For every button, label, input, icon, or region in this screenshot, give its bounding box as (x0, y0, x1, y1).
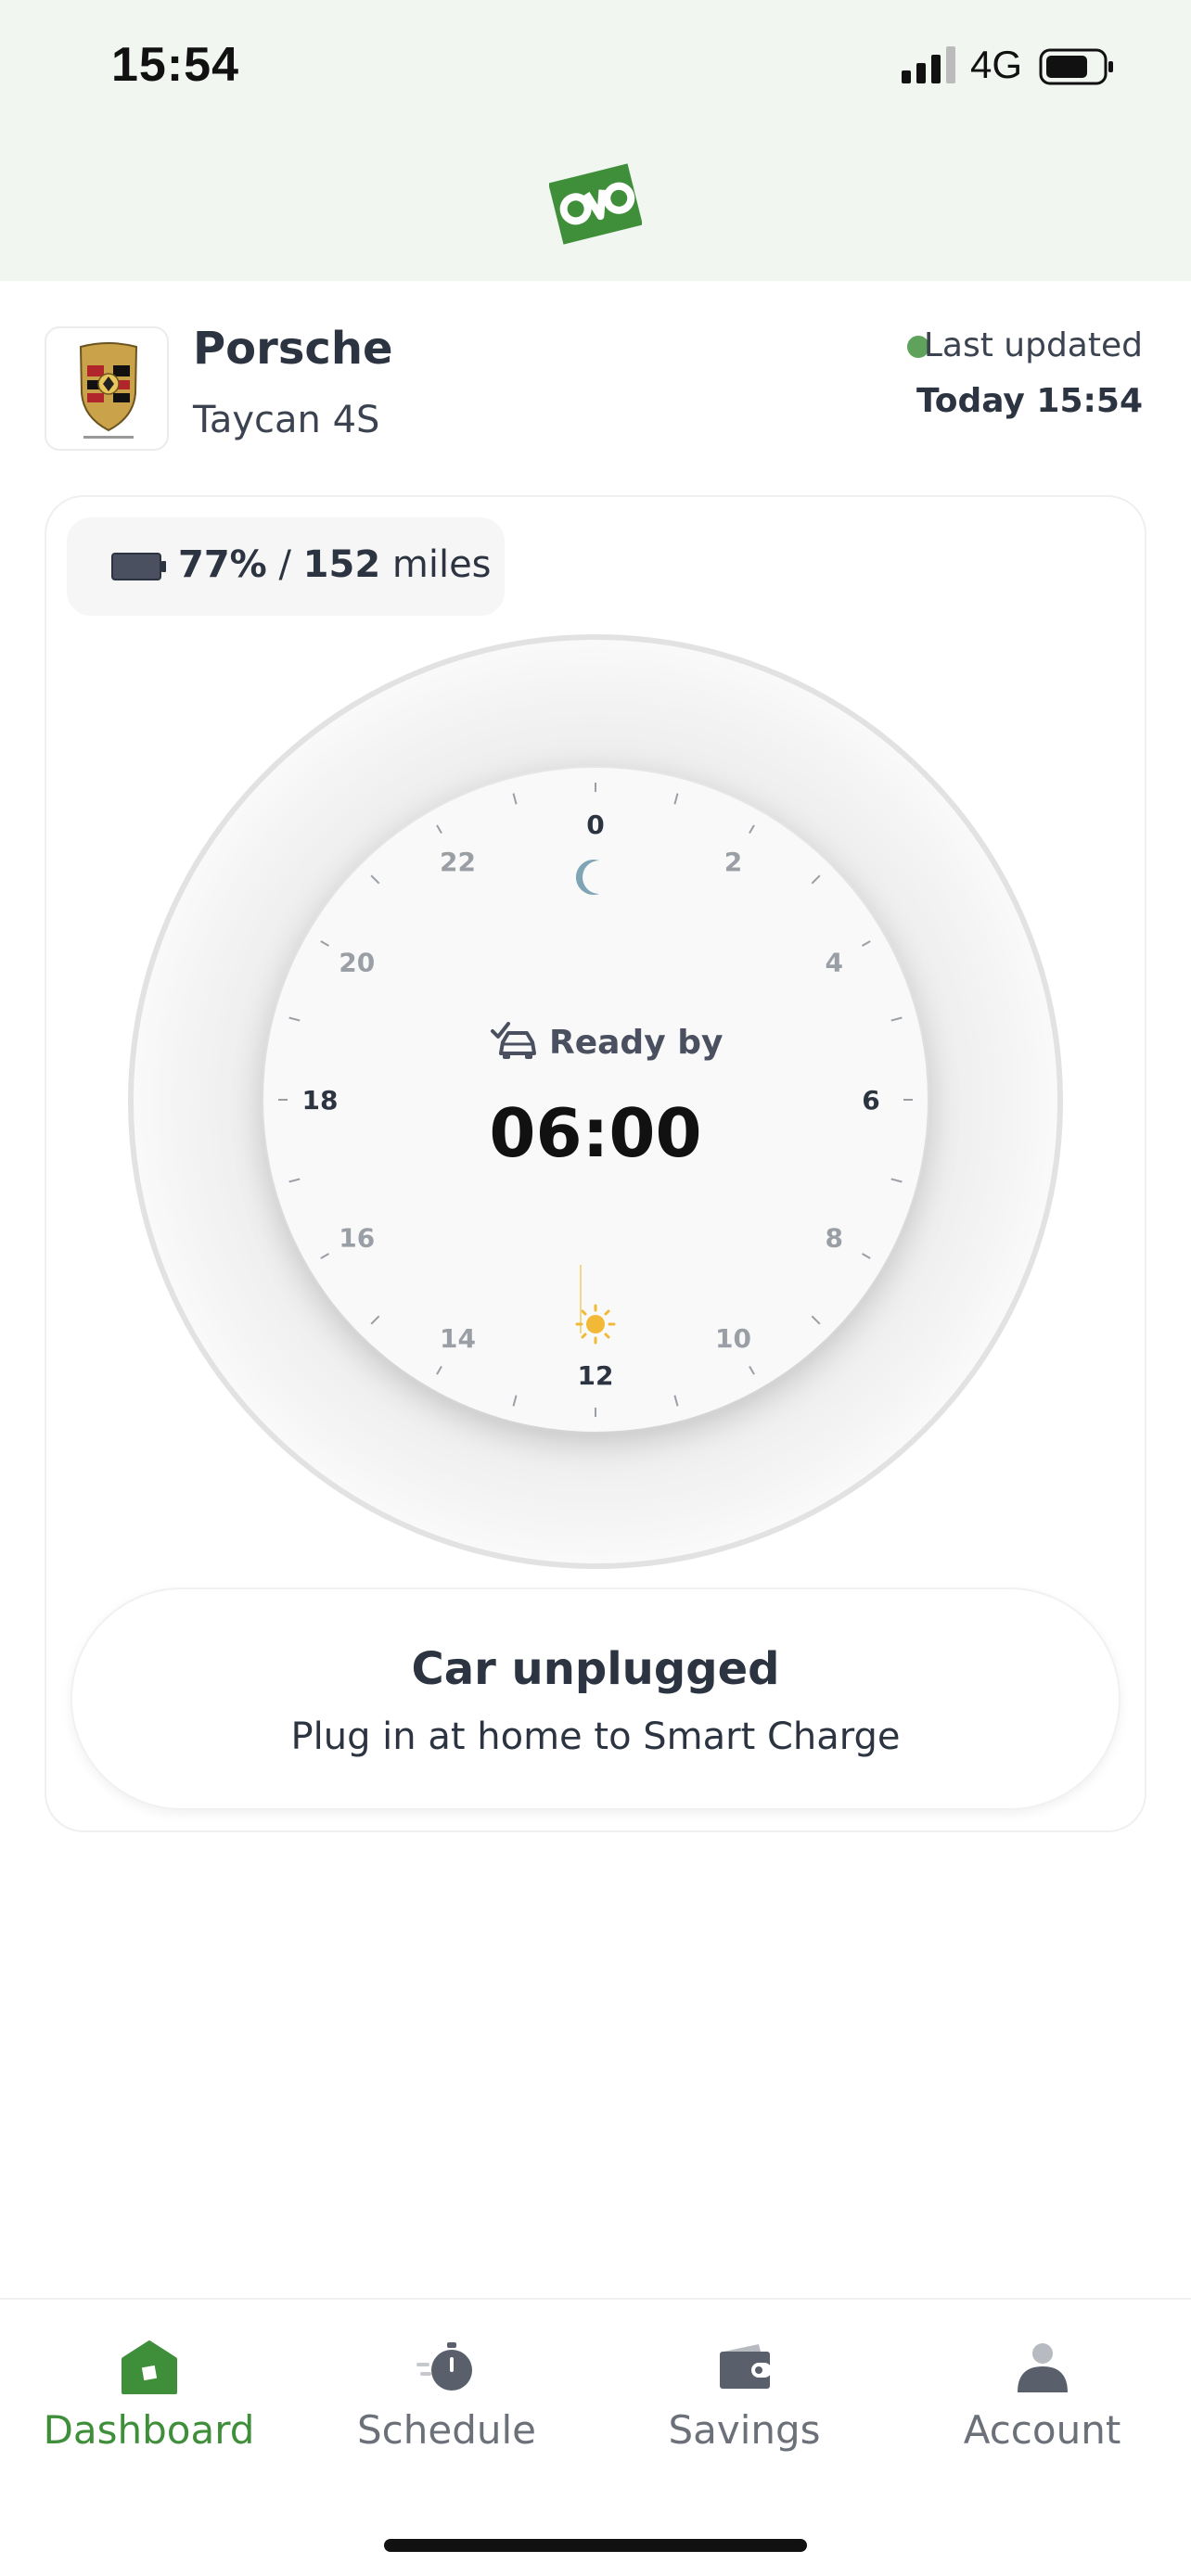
home-icon (122, 2340, 177, 2394)
charging-status-pill (70, 1588, 1121, 1810)
nav-dashboard-label: Dashboard (43, 2407, 255, 2453)
battery-separator: / (266, 543, 303, 586)
car-brand-logo (45, 326, 169, 451)
clock-tick (811, 874, 821, 885)
clock-tick (811, 1315, 821, 1325)
clock-hour-label: 2 (724, 847, 742, 877)
porsche-crest-icon (79, 342, 138, 439)
home-indicator (384, 2539, 807, 2552)
car-battery-icon (111, 553, 166, 580)
ready-by-time[interactable]: 06:00 (263, 1094, 928, 1172)
ready-by-label: Ready by (549, 1024, 724, 1062)
sun-icon (575, 1304, 616, 1345)
nav-schedule[interactable]: Schedule (298, 2327, 596, 2467)
nav-account-label: Account (963, 2407, 1121, 2453)
clock-tick (370, 874, 380, 885)
clock-tick (512, 1395, 518, 1407)
clock-hour-tick (436, 1366, 442, 1375)
battery-percent: 77% (178, 543, 267, 586)
clock-tick (370, 1315, 380, 1325)
clock-hour-label: 4 (825, 948, 842, 978)
status-time: 15:54 (111, 38, 239, 92)
car-make: Porsche (193, 323, 393, 375)
clock-tick (890, 1178, 903, 1183)
cellular-signal-icon (902, 46, 955, 83)
clock-hour-tick (436, 824, 442, 834)
nav-schedule-label: Schedule (357, 2407, 536, 2453)
clock-hour-label: 8 (825, 1223, 842, 1254)
clock-hour-tick (320, 1253, 329, 1259)
battery-range: 152 (302, 543, 381, 586)
nav-account[interactable]: Account (893, 2327, 1191, 2467)
clock-hour-tick (862, 940, 871, 947)
clock-tick (673, 793, 679, 805)
nav-savings-label: Savings (668, 2407, 821, 2453)
wallet-icon (720, 2344, 772, 2389)
clock-hour-tick (320, 940, 329, 947)
charging-status-subtitle: Plug in at home to Smart Charge (290, 1715, 901, 1758)
clock-hour-label: 14 (440, 1323, 476, 1354)
ovo-logo (549, 163, 642, 245)
user-icon (1018, 2343, 1068, 2392)
moon-icon (575, 860, 599, 895)
stopwatch-icon (416, 2342, 472, 2391)
clock-hour-tick (862, 1253, 871, 1259)
clock-hour-label: 16 (339, 1223, 375, 1254)
clock-tick (512, 793, 518, 805)
clock-hour-label: 10 (715, 1323, 751, 1354)
clock-tick (890, 1016, 903, 1022)
clock-tick (673, 1395, 679, 1407)
last-updated-label: Last updated (923, 326, 1143, 364)
battery-status-icon (1039, 48, 1113, 85)
charging-status-title: Car unplugged (411, 1643, 780, 1695)
nav-savings[interactable]: Savings (596, 2327, 893, 2467)
clock-hour-label: 20 (339, 948, 375, 978)
clock-tick (288, 1016, 301, 1022)
clock-tick (288, 1178, 301, 1183)
car-ready-icon (491, 1022, 536, 1059)
battery-text: 77% / 152 miles (178, 543, 492, 586)
clock-hour-tick (749, 1366, 755, 1375)
car-model: Taycan 4S (193, 399, 380, 441)
clock-hour-label: 12 (578, 1360, 614, 1391)
network-type: 4G (970, 43, 1023, 86)
nav-dashboard[interactable]: Dashboard (0, 2327, 298, 2467)
clock-hour-tick (749, 824, 755, 834)
clock-hour-label: 0 (586, 810, 604, 840)
battery-unit: miles (380, 543, 492, 586)
last-updated-time: Today 15:54 (916, 382, 1143, 420)
clock-hour-label: 22 (440, 847, 476, 877)
